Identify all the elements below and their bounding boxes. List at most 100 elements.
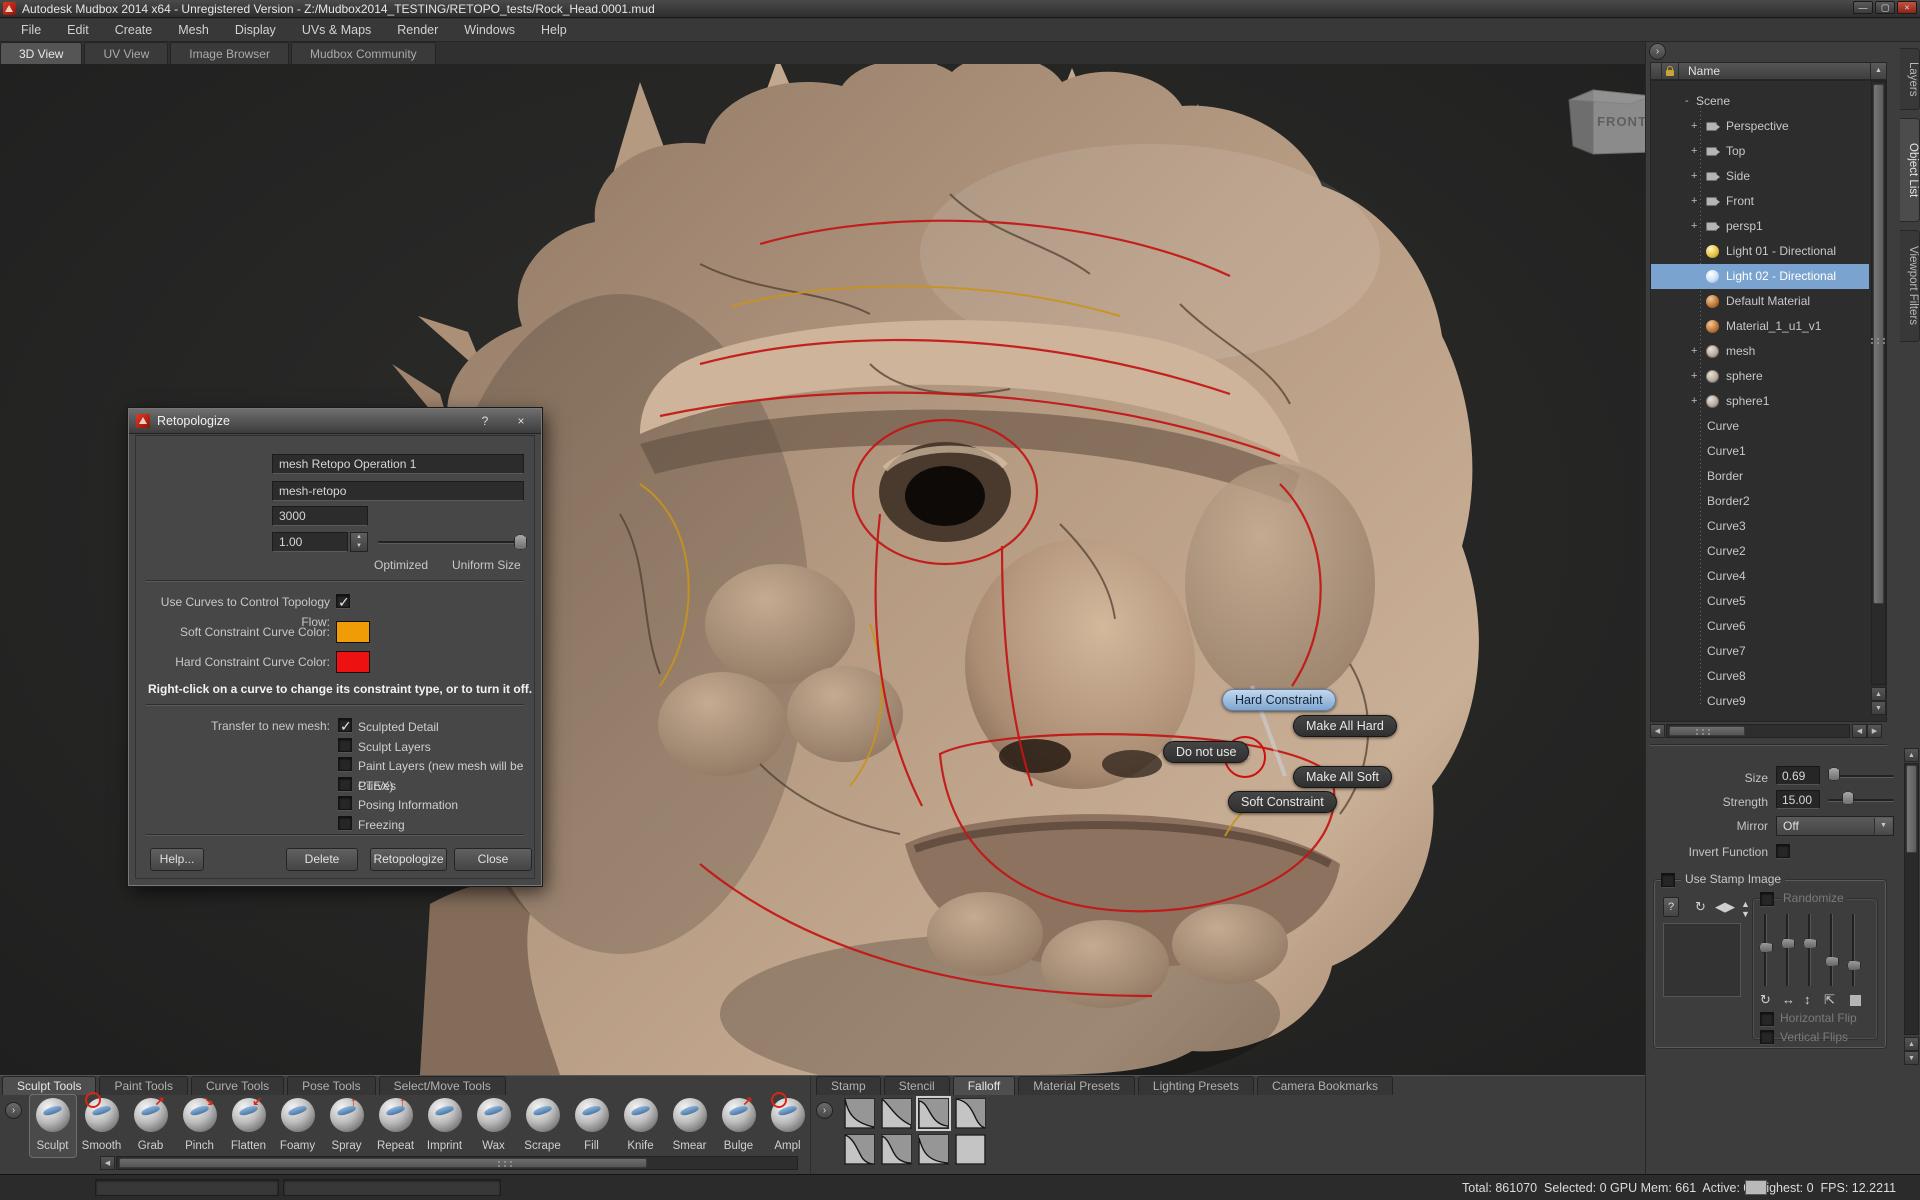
tree-item-curve9[interactable]: Curve9: [1651, 689, 1869, 714]
falloff-s-gentle[interactable]: [881, 1134, 912, 1165]
random-slider-3[interactable]: [1808, 914, 1811, 986]
tree-item-curve2[interactable]: Curve2: [1651, 539, 1869, 564]
tree-item-curve7[interactable]: Curve7: [1651, 639, 1869, 664]
tree-item-top[interactable]: +Top: [1651, 139, 1869, 164]
face-uniformity-input[interactable]: 1.00: [272, 532, 348, 552]
falloff-low-tail[interactable]: [918, 1134, 949, 1165]
tool-wax[interactable]: Wax: [469, 1096, 518, 1154]
object-list-header[interactable]: Name ▲: [1650, 62, 1887, 80]
transfer-freezing-checkbox[interactable]: [338, 816, 352, 830]
tree-item-curve4[interactable]: Curve4: [1651, 564, 1869, 589]
tool-sculpt[interactable]: Sculpt: [28, 1096, 77, 1154]
randomize-width-icon[interactable]: ↔: [1782, 992, 1795, 1007]
tree-scroll-up-arrow[interactable]: ▲: [1871, 687, 1886, 701]
size-input[interactable]: 0.69: [1776, 766, 1820, 785]
tree-item-curve3[interactable]: Curve3: [1651, 514, 1869, 539]
tree-item-light-02-directional[interactable]: Light 02 - Directional: [1651, 264, 1869, 289]
tool-repeat[interactable]: ↑Repeat: [371, 1096, 420, 1154]
strength-slider[interactable]: [1828, 799, 1894, 802]
tool-foamy[interactable]: Foamy: [273, 1096, 322, 1154]
expander-icon[interactable]: +: [1691, 189, 1701, 214]
expander-icon[interactable]: +: [1691, 339, 1701, 364]
random-slider-handle-5[interactable]: [1847, 960, 1861, 971]
transfer-posing-information-checkbox[interactable]: [338, 796, 352, 810]
menu-render[interactable]: Render: [384, 20, 451, 40]
tool-spray[interactable]: ↑Spray: [322, 1096, 371, 1154]
marking-menu-hard-constraint[interactable]: Hard Constraint: [1222, 689, 1336, 711]
tree-item-curve[interactable]: Curve: [1651, 414, 1869, 439]
falloff-s-curve[interactable]: [918, 1098, 949, 1129]
view-cube[interactable]: FRONT: [1555, 82, 1645, 167]
marking-menu-do-not-use[interactable]: Do not use: [1163, 741, 1249, 763]
invert-function-checkbox[interactable]: [1776, 844, 1790, 858]
tool-knife[interactable]: Knife: [616, 1096, 665, 1154]
tab-stamp[interactable]: Stamp: [816, 1076, 881, 1095]
rotate-icon[interactable]: ↻: [1695, 899, 1706, 915]
tool-smooth[interactable]: Smooth: [77, 1096, 126, 1154]
randomize-height-icon[interactable]: ↕: [1804, 992, 1811, 1007]
tree-item-side[interactable]: +Side: [1651, 164, 1869, 189]
tools-scroll-left-arrow[interactable]: ◀: [100, 1156, 115, 1170]
expander-icon[interactable]: +: [1691, 164, 1701, 189]
tab-sculpt-tools[interactable]: Sculpt Tools: [2, 1076, 96, 1095]
menu-display[interactable]: Display: [222, 20, 289, 40]
dialog-help-button[interactable]: Help...: [150, 848, 204, 871]
randomize-scale-icon[interactable]: ⇱: [1824, 992, 1835, 1008]
tree-item-sphere1[interactable]: +sphere1: [1651, 389, 1869, 414]
expander-icon[interactable]: +: [1691, 114, 1701, 139]
stamp-help-icon[interactable]: ?: [1663, 897, 1679, 917]
side-tab-layers[interactable]: Layers: [1900, 48, 1920, 110]
panel-scroll-down-arrow[interactable]: ▼: [1904, 1051, 1919, 1065]
maximize-button[interactable]: ▢: [1875, 1, 1895, 14]
tree-item-scene[interactable]: -Scene: [1651, 89, 1869, 114]
dialog-close-icon[interactable]: ×: [512, 413, 530, 429]
flip-vertical-icon[interactable]: ▲▼: [1741, 899, 1750, 919]
dialog-help-icon[interactable]: ?: [476, 413, 494, 429]
tree-item-persp1[interactable]: +persp1: [1651, 214, 1869, 239]
menu-file[interactable]: File: [8, 20, 54, 40]
random-slider-handle-4[interactable]: [1825, 956, 1839, 967]
tree-item-mesh[interactable]: +mesh: [1651, 339, 1869, 364]
tool-tray-expander-icon[interactable]: ›: [5, 1102, 22, 1119]
tab-mudbox-community[interactable]: Mudbox Community: [291, 42, 436, 64]
tab-stencil[interactable]: Stencil: [884, 1076, 950, 1095]
tab-pose-tools[interactable]: Pose Tools: [287, 1076, 375, 1095]
lock-icon[interactable]: [1662, 63, 1679, 79]
tree-item-light-01-directional[interactable]: Light 01 - Directional: [1651, 239, 1869, 264]
tree-hscroll-left-arrow[interactable]: ◀: [1650, 724, 1665, 738]
tab-camera-bookmarks[interactable]: Camera Bookmarks: [1257, 1076, 1393, 1095]
random-slider-handle-2[interactable]: [1781, 938, 1795, 949]
tool-fill[interactable]: Fill: [567, 1096, 616, 1154]
stamp-preview[interactable]: [1663, 923, 1741, 997]
expander-icon[interactable]: +: [1691, 139, 1701, 164]
dialog-close-button[interactable]: Close: [454, 848, 532, 871]
expander-icon[interactable]: +: [1691, 389, 1701, 414]
tab-material-presets[interactable]: Material Presets: [1018, 1076, 1135, 1095]
tree-item-border2[interactable]: Border2: [1651, 489, 1869, 514]
marking-menu-make-all-soft[interactable]: Make All Soft: [1293, 766, 1392, 788]
name-column-header[interactable]: Name: [1679, 64, 1720, 78]
tree-item-curve6[interactable]: Curve6: [1651, 614, 1869, 639]
random-slider-2[interactable]: [1786, 914, 1789, 986]
use-stamp-checkbox[interactable]: [1661, 873, 1675, 887]
tree-item-perspective[interactable]: +Perspective: [1651, 114, 1869, 139]
menu-mesh[interactable]: Mesh: [165, 20, 222, 40]
marking-menu-soft-constraint[interactable]: Soft Constraint: [1228, 791, 1337, 813]
dialog-retopologize-button[interactable]: Retopologize: [370, 848, 447, 871]
tree-horizontal-scrollbar[interactable]: [1666, 724, 1850, 738]
tool-smear[interactable]: Smear: [665, 1096, 714, 1154]
face-uniformity-spinner[interactable]: ▲▼: [350, 532, 368, 552]
side-tab-viewport-filters[interactable]: Viewport Filters: [1900, 230, 1920, 342]
menu-edit[interactable]: Edit: [54, 20, 102, 40]
tool-bulge[interactable]: ↗Bulge: [714, 1096, 763, 1154]
flip-horizontal-icon[interactable]: ◀▶: [1715, 899, 1735, 915]
hard-color-swatch[interactable]: [336, 651, 370, 673]
expander-icon[interactable]: +: [1691, 364, 1701, 389]
tool-pinch[interactable]: ↘Pinch: [175, 1096, 224, 1154]
scroll-up-icon[interactable]: ▲: [1870, 62, 1887, 80]
tree-item-front[interactable]: +Front: [1651, 189, 1869, 214]
target-face-count-input[interactable]: 3000: [272, 506, 368, 526]
close-button[interactable]: ×: [1897, 1, 1917, 14]
color-chip-icon[interactable]: [1850, 995, 1861, 1006]
strength-slider-handle[interactable]: [1842, 791, 1854, 805]
